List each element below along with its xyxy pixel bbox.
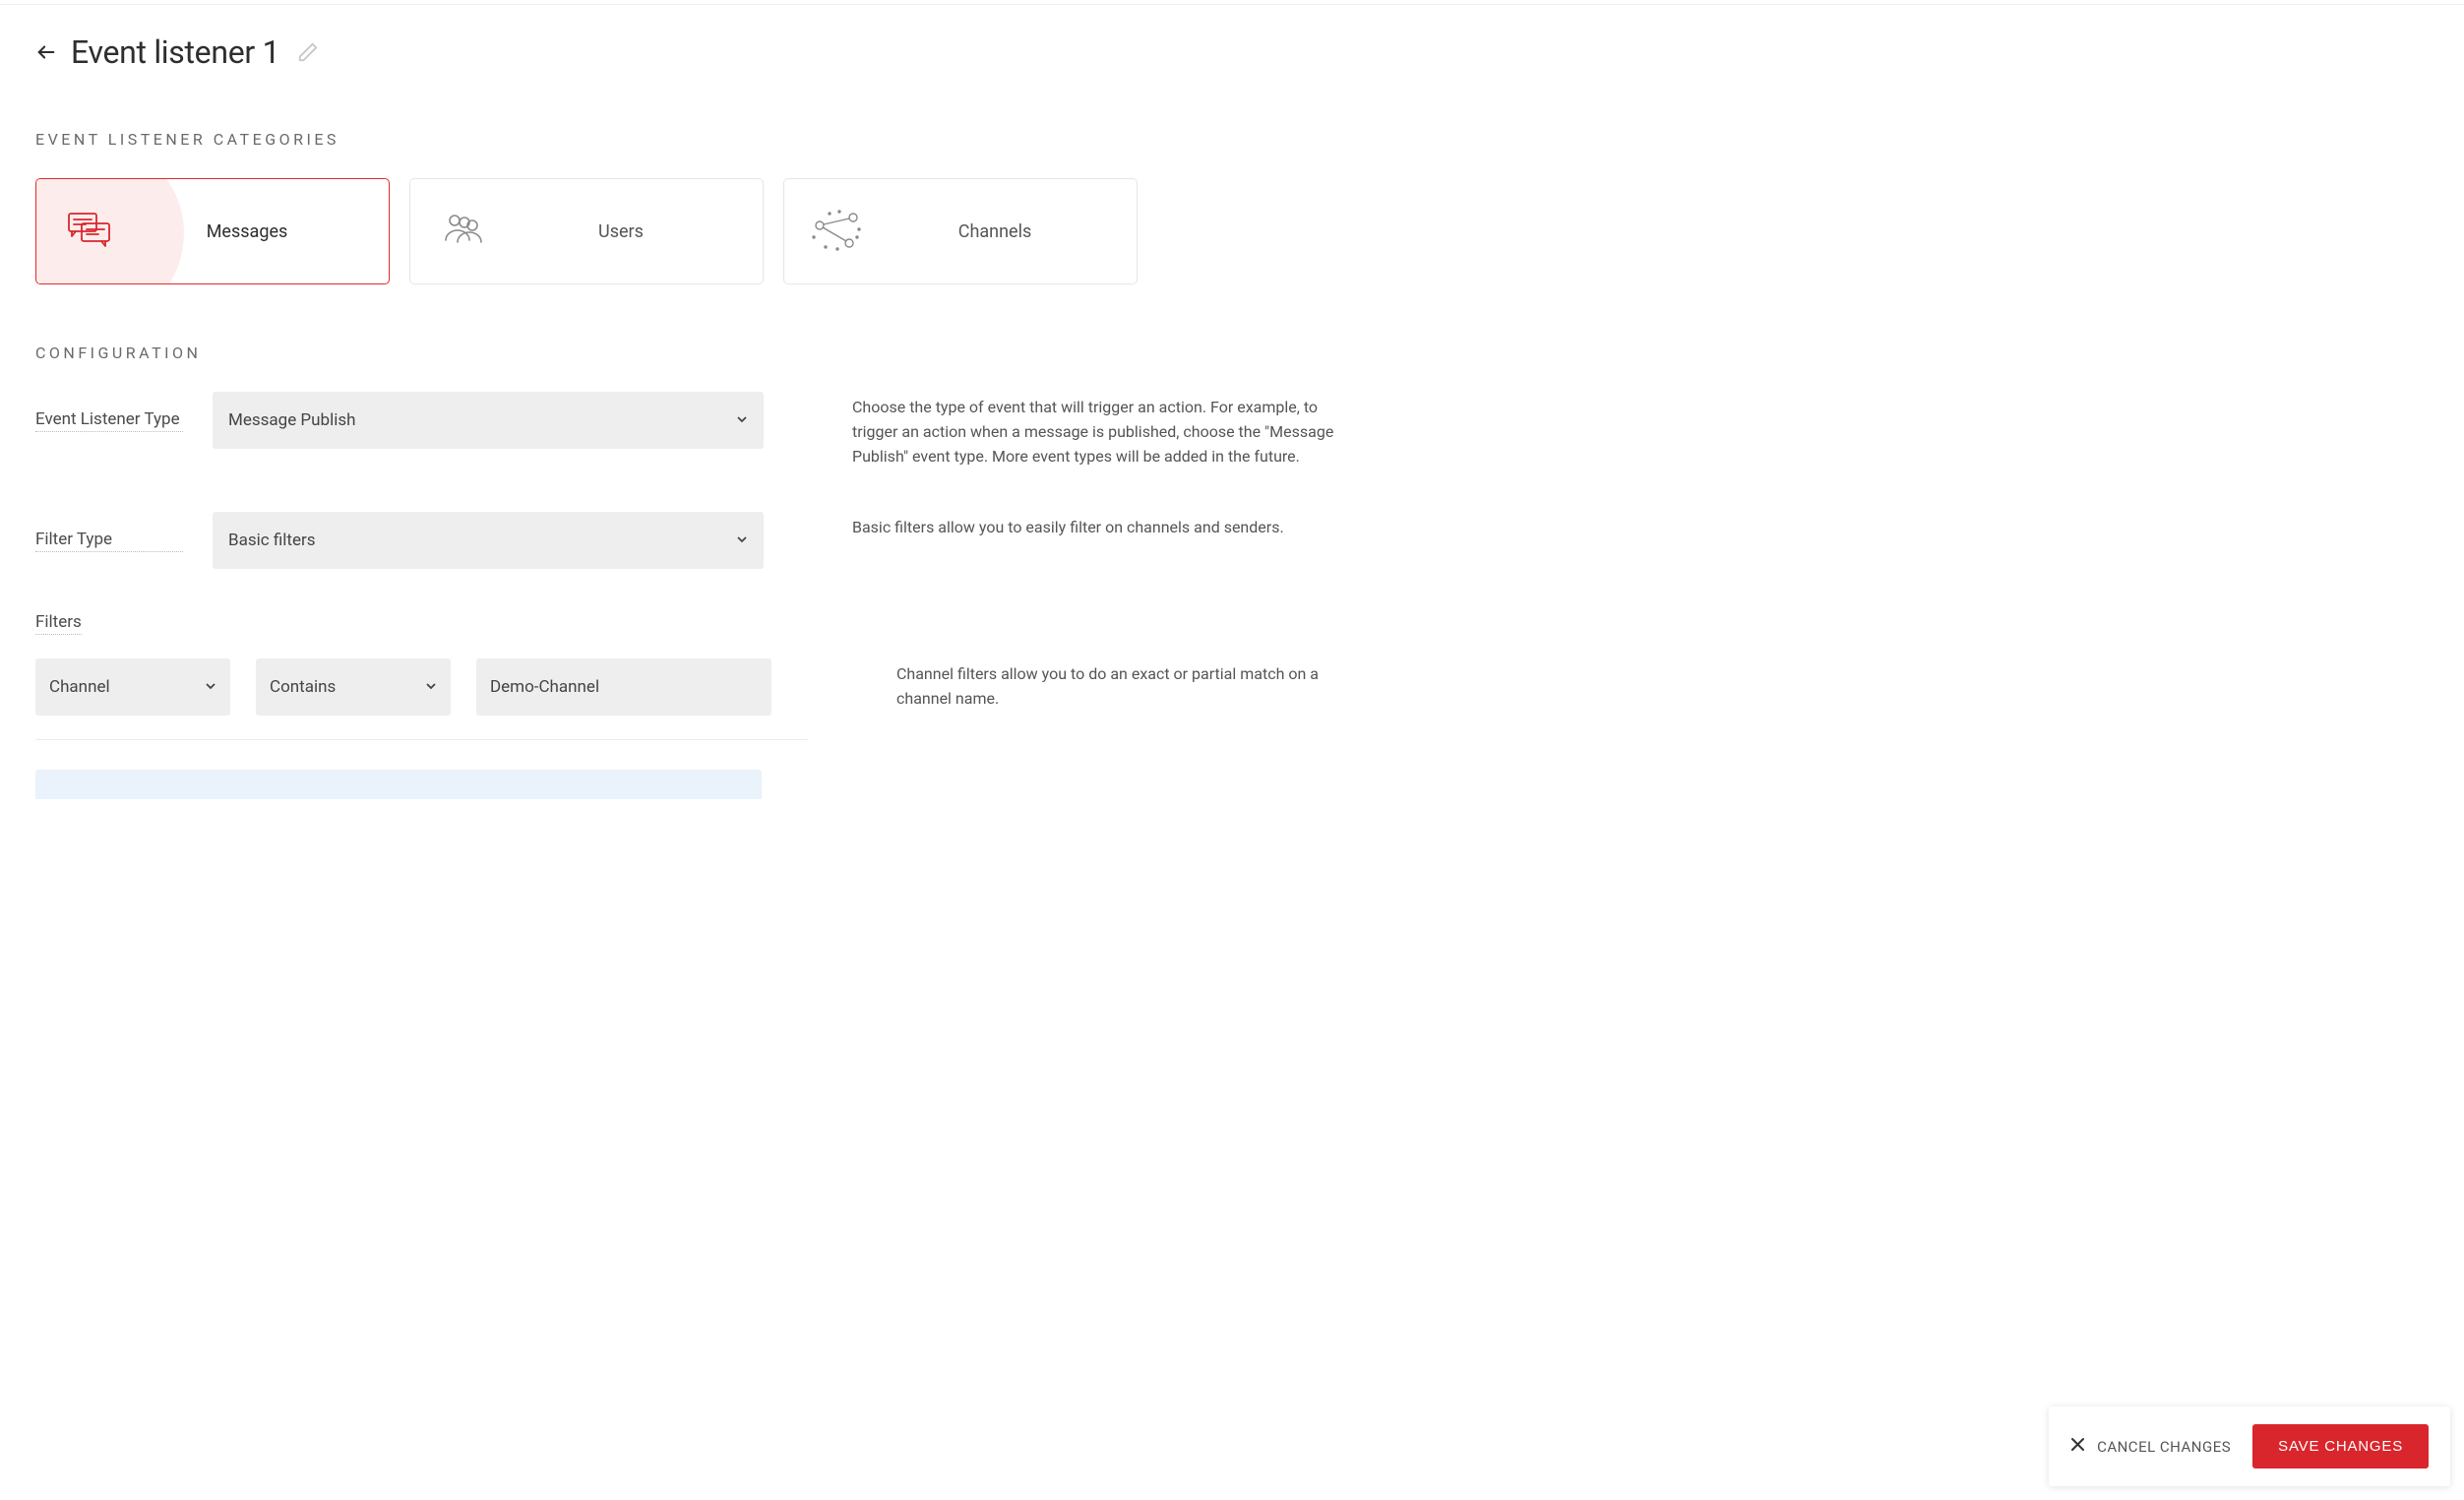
- filters-label: Filters: [35, 612, 82, 635]
- arrow-left-icon: [35, 41, 57, 63]
- back-button[interactable]: [35, 41, 57, 63]
- filter-value-input[interactable]: Demo-Channel: [476, 658, 771, 716]
- header-row: Event listener 1: [35, 33, 1342, 71]
- cancel-label: CANCEL CHANGES: [2097, 1438, 2231, 1456]
- configuration-heading: CONFIGURATION: [35, 344, 1342, 362]
- pencil-icon: [297, 41, 319, 63]
- channels-icon: [802, 210, 871, 253]
- category-cards: Messages Users: [35, 178, 1342, 284]
- close-icon: [2070, 1437, 2085, 1456]
- filter-field-value: Channel: [49, 677, 110, 697]
- cancel-button[interactable]: CANCEL CHANGES: [2070, 1437, 2231, 1456]
- config-row-filter-type: Filter Type Basic filters Basic filters …: [35, 512, 1342, 569]
- categories-heading: EVENT LISTENER CATEGORIES: [35, 130, 1342, 149]
- save-button[interactable]: SAVE CHANGES: [2252, 1424, 2429, 1469]
- messages-icon: [54, 208, 123, 255]
- filter-field-select[interactable]: Channel: [35, 658, 230, 716]
- users-icon: [428, 211, 497, 252]
- actions-panel-peek: [35, 770, 762, 799]
- filter-value-text: Demo-Channel: [490, 677, 599, 697]
- page-title: Event listener 1: [71, 33, 279, 71]
- category-label: Messages: [123, 221, 371, 242]
- event-type-select[interactable]: Message Publish: [213, 392, 764, 449]
- filter-type-value: Basic filters: [228, 531, 316, 550]
- event-type-help: Choose the type of event that will trigg…: [852, 392, 1334, 469]
- chevron-down-icon: [736, 413, 748, 428]
- filter-type-help: Basic filters allow you to easily filter…: [852, 512, 1334, 540]
- chevron-down-icon: [736, 533, 748, 548]
- event-type-value: Message Publish: [228, 410, 355, 430]
- page: Event listener 1 EVENT LISTENER CATEGORI…: [0, 0, 1378, 799]
- event-type-label: Event Listener Type: [35, 409, 183, 432]
- filters-section: Filters Channel Contains Demo-Channel: [35, 612, 1342, 740]
- divider: [35, 739, 808, 740]
- filter-type-label: Filter Type: [35, 530, 183, 552]
- category-card-messages[interactable]: Messages: [35, 178, 390, 284]
- chevron-down-icon: [205, 677, 216, 697]
- category-card-users[interactable]: Users: [409, 178, 764, 284]
- category-card-channels[interactable]: Channels: [783, 178, 1138, 284]
- config-row-event-type: Event Listener Type Message Publish Choo…: [35, 392, 1342, 469]
- filter-operator-value: Contains: [270, 677, 336, 697]
- category-label: Channels: [871, 221, 1119, 242]
- action-bar: CANCEL CHANGES SAVE CHANGES: [2049, 1406, 2450, 1486]
- category-label: Users: [497, 221, 745, 242]
- edit-title-button[interactable]: [297, 41, 319, 63]
- filter-operator-select[interactable]: Contains: [256, 658, 451, 716]
- filter-type-select[interactable]: Basic filters: [213, 512, 764, 569]
- chevron-down-icon: [425, 677, 437, 697]
- filters-help: Channel filters allow you to do an exact…: [896, 658, 1342, 712]
